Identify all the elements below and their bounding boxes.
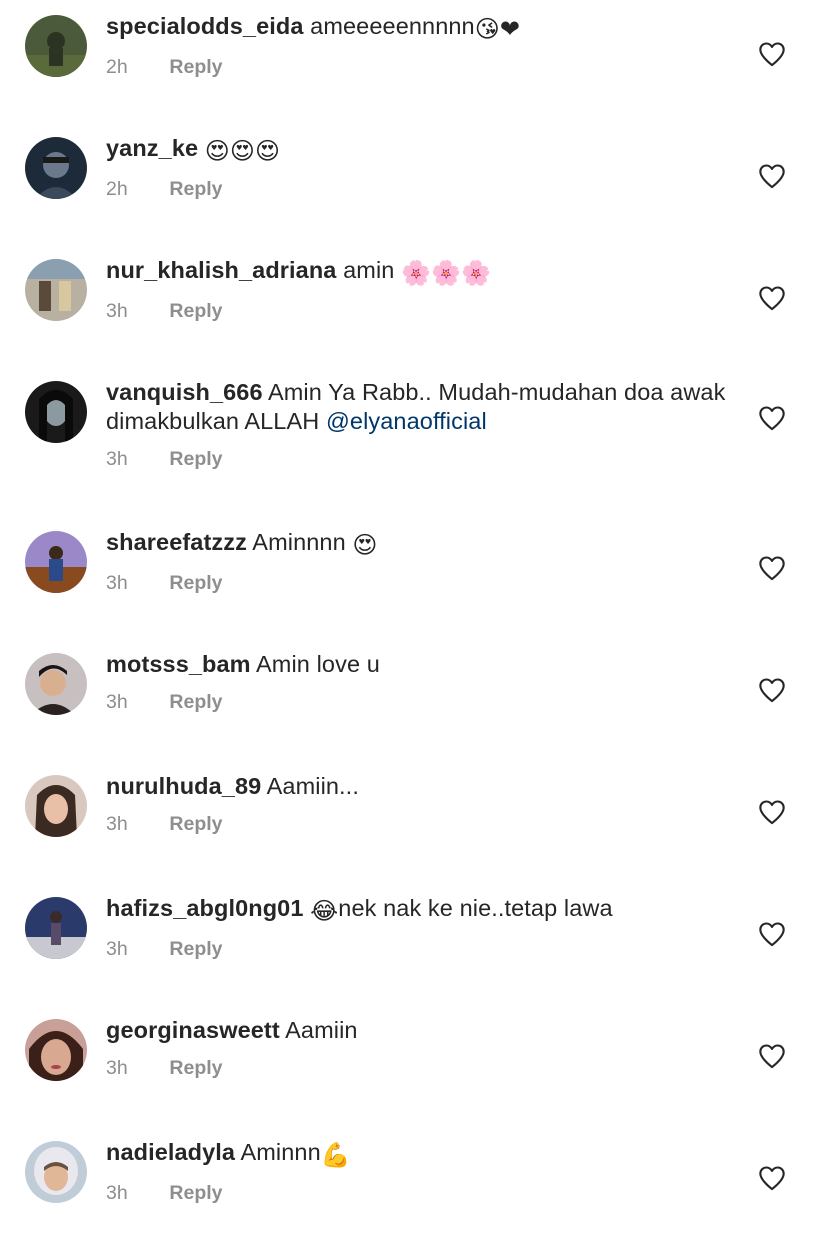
timestamp: 3h	[106, 572, 128, 594]
heart-outline-icon[interactable]	[758, 1043, 786, 1069]
comment-message: nek nak ke nie..tetap lawa	[338, 895, 613, 921]
username-link[interactable]: motsss_bam	[106, 651, 251, 677]
reply-button[interactable]: Reply	[169, 448, 222, 470]
emoji: 😘❤	[474, 15, 521, 43]
emoji: 😍😍😍	[204, 137, 281, 165]
username-link[interactable]: shareefatzzz	[106, 529, 247, 555]
reply-button[interactable]: Reply	[169, 56, 222, 78]
comment-message: Aamiin...	[266, 773, 359, 799]
timestamp: 3h	[106, 300, 128, 322]
username-link[interactable]: nurulhuda_89	[106, 773, 261, 799]
heart-outline-icon[interactable]	[758, 285, 786, 311]
heart-outline-icon[interactable]	[758, 41, 786, 67]
reply-button[interactable]: Reply	[169, 938, 222, 960]
comment-text: vanquish_666 Amin Ya Rabb.. Mudah-mudaha…	[106, 378, 726, 436]
comment-text: shareefatzzz Aminnnn 😍	[106, 528, 726, 560]
comment-text: nur_khalish_adriana amin 🌸🌸🌸	[106, 256, 726, 288]
timestamp: 3h	[106, 448, 128, 470]
reply-button[interactable]: Reply	[169, 1182, 222, 1204]
emoji: 💪	[320, 1141, 351, 1169]
username-link[interactable]: nur_khalish_adriana	[106, 257, 336, 283]
comment-text: georginasweett Aamiin	[106, 1016, 726, 1045]
mention-link[interactable]: @elyanaofficial	[326, 408, 487, 434]
reply-button[interactable]: Reply	[169, 300, 222, 322]
avatar[interactable]	[25, 897, 87, 959]
reply-button[interactable]: Reply	[169, 1057, 222, 1079]
timestamp: 3h	[106, 1182, 128, 1204]
reply-button[interactable]: Reply	[169, 178, 222, 200]
comment-message: Aminnn	[240, 1139, 321, 1165]
username-link[interactable]: hafizs_abgl0ng01	[106, 895, 304, 921]
heart-outline-icon[interactable]	[758, 799, 786, 825]
comment-text: yanz_ke 😍😍😍	[106, 134, 726, 166]
comment-text: specialodds_eida ameeeeennnnn😘❤	[106, 12, 726, 44]
username-link[interactable]: specialodds_eida	[106, 13, 304, 39]
username-link[interactable]: yanz_ke	[106, 135, 198, 161]
emoji: 😍	[352, 531, 378, 559]
heart-outline-icon[interactable]	[758, 163, 786, 189]
avatar[interactable]	[25, 137, 87, 199]
reply-button[interactable]: Reply	[169, 572, 222, 594]
heart-outline-icon[interactable]	[758, 405, 786, 431]
timestamp: 3h	[106, 691, 128, 713]
username-link[interactable]: vanquish_666	[106, 379, 263, 405]
emoji: 😂	[310, 897, 339, 925]
timestamp: 2h	[106, 178, 128, 200]
avatar[interactable]	[25, 1141, 87, 1203]
avatar[interactable]	[25, 653, 87, 715]
timestamp: 3h	[106, 1057, 128, 1079]
comment-message: Amin love u	[256, 651, 380, 677]
comment-message: Aamiin	[285, 1017, 358, 1043]
username-link[interactable]: georginasweett	[106, 1017, 280, 1043]
heart-outline-icon[interactable]	[758, 555, 786, 581]
timestamp: 3h	[106, 813, 128, 835]
comment-message: amin	[343, 257, 395, 283]
emoji: 🌸🌸🌸	[401, 259, 492, 287]
comment-message: ameeeeennnnn	[310, 13, 475, 39]
avatar[interactable]	[25, 1019, 87, 1081]
comment-text: nurulhuda_89 Aamiin...	[106, 772, 726, 801]
avatar[interactable]	[25, 775, 87, 837]
avatar[interactable]	[25, 531, 87, 593]
avatar[interactable]	[25, 381, 87, 443]
comment-text: motsss_bam Amin love u	[106, 650, 726, 679]
heart-outline-icon[interactable]	[758, 677, 786, 703]
avatar[interactable]	[25, 259, 87, 321]
timestamp: 3h	[106, 938, 128, 960]
comment-text: nadieladyla Aminnn💪	[106, 1138, 726, 1170]
heart-outline-icon[interactable]	[758, 921, 786, 947]
heart-outline-icon[interactable]	[758, 1165, 786, 1191]
reply-button[interactable]: Reply	[169, 813, 222, 835]
timestamp: 2h	[106, 56, 128, 78]
comment-text: hafizs_abgl0ng01 😂nek nak ke nie..tetap …	[106, 894, 726, 926]
avatar[interactable]	[25, 15, 87, 77]
comment-message: Aminnnn	[252, 529, 346, 555]
username-link[interactable]: nadieladyla	[106, 1139, 235, 1165]
reply-button[interactable]: Reply	[169, 691, 222, 713]
